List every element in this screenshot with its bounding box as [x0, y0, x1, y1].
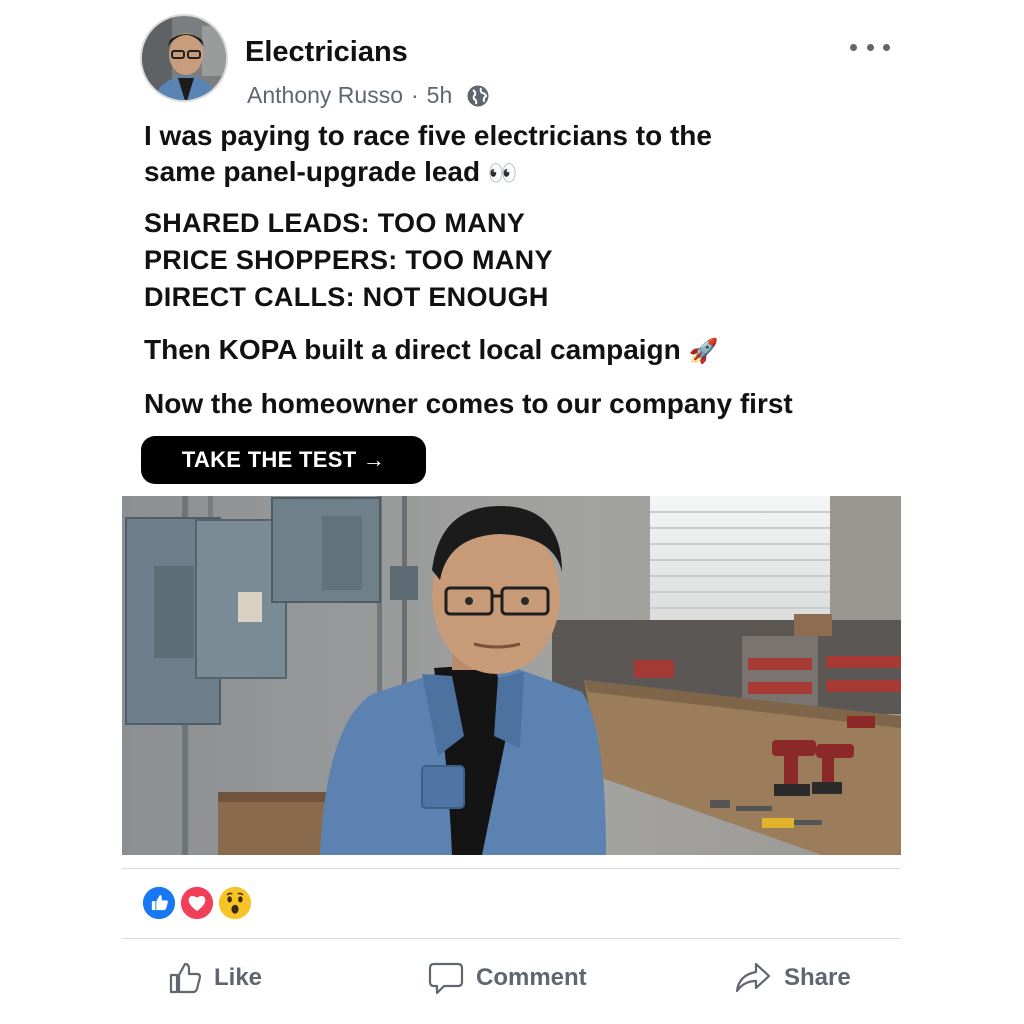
post-line-1: I was paying to race five electricians t… [144, 120, 712, 151]
eyes-emoji: 👀 [487, 159, 518, 187]
post-time[interactable]: 5h [427, 82, 453, 109]
comment-label: Comment [476, 964, 587, 991]
globe-icon [467, 85, 489, 106]
reaction-summary[interactable] [140, 884, 260, 924]
like-reaction-icon [140, 884, 178, 922]
meta-separator: · [410, 82, 419, 108]
post-line-7: Now the homeowner comes to our company f… [144, 388, 793, 419]
post-meta: Anthony Russo · 5h [247, 82, 490, 109]
more-icon[interactable] [850, 40, 890, 54]
post-line-3: SHARED LEADS: TOO MANY [144, 208, 526, 238]
comment-icon [428, 962, 464, 995]
share-button[interactable]: Share [734, 958, 851, 998]
like-button[interactable]: Like [168, 958, 262, 998]
author-name[interactable]: Anthony Russo [247, 82, 403, 109]
take-the-test-button[interactable]: TAKE THE TEST → [141, 436, 426, 484]
rocket-emoji: 🚀 [688, 337, 719, 365]
share-label: Share [784, 964, 851, 991]
divider-top [122, 868, 901, 869]
post-header: Electricians Anthony Russo · 5h [140, 14, 900, 109]
share-icon [735, 962, 771, 993]
comment-button[interactable]: Comment [428, 958, 587, 998]
post-text: I was paying to race five electricians t… [144, 118, 864, 422]
post-line-5: DIRECT CALLS: NOT ENOUGH [144, 282, 549, 312]
divider-bottom [122, 938, 901, 939]
love-reaction-icon [178, 884, 216, 922]
action-bar: Like Comment Share [122, 950, 901, 1006]
post-line-2: same panel-upgrade lead 👀 [144, 154, 864, 191]
avatar[interactable] [140, 14, 228, 102]
group-name[interactable]: Electricians [245, 36, 408, 69]
post-line-6: Then KOPA built a direct local campaign … [144, 332, 864, 369]
like-label: Like [214, 964, 263, 991]
wow-reaction-icon [216, 884, 254, 922]
post-photo[interactable] [122, 496, 901, 855]
post-line-6-text: Then KOPA built a direct local campaign [144, 334, 681, 365]
like-icon [169, 962, 202, 994]
post-line-2-text: same panel-upgrade lead [144, 156, 481, 187]
post-line-4: PRICE SHOPPERS: TOO MANY [144, 245, 553, 275]
